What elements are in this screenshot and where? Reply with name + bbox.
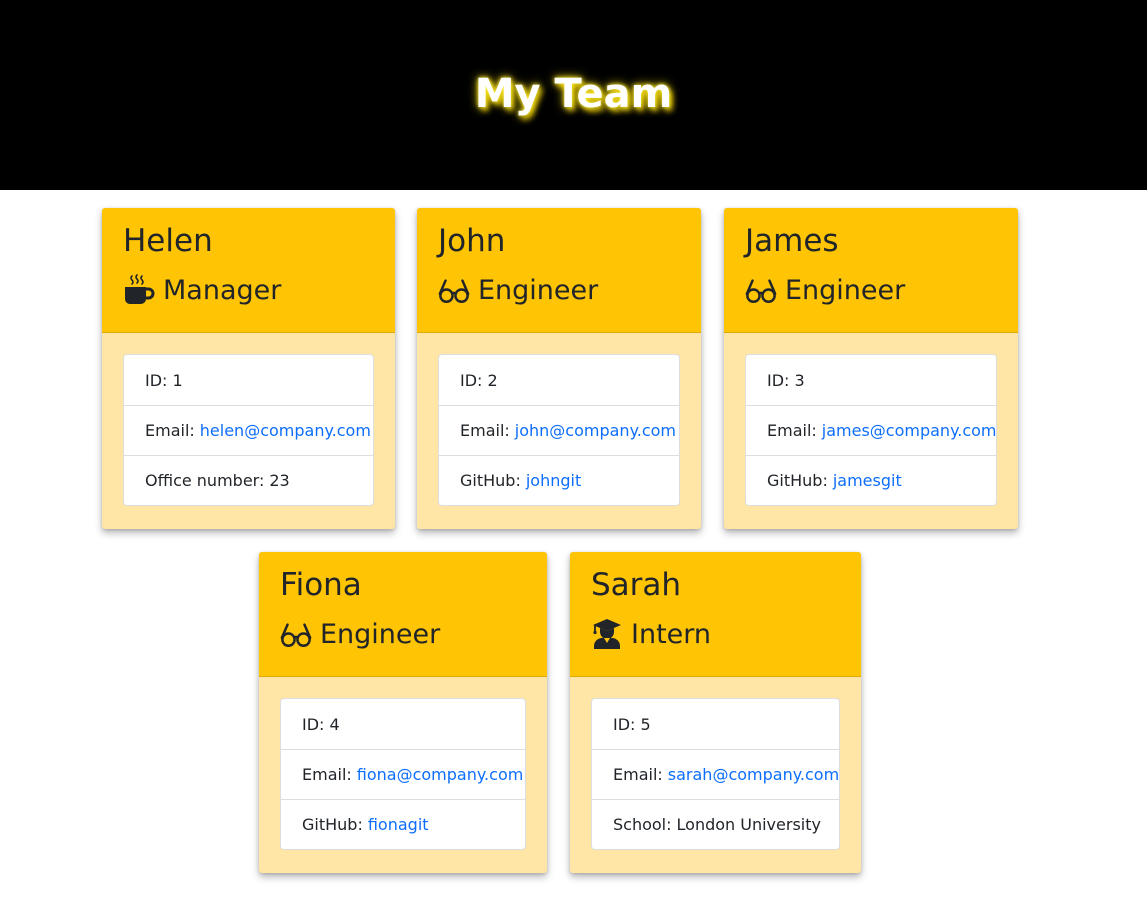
glasses-icon xyxy=(745,279,777,303)
employee-role: Engineer xyxy=(280,616,547,652)
card-header: James Engineer xyxy=(724,208,1018,333)
employee-name: Helen xyxy=(123,223,213,259)
github-link[interactable]: jamesgit xyxy=(833,471,902,490)
github-row: GitHub: johngit xyxy=(439,455,679,505)
employee-card-john: John Engineer ID: 2 Email: john@company.c… xyxy=(417,208,701,529)
office-row: Office number: 23 xyxy=(124,455,373,505)
email-row: Email: sarah@company.com xyxy=(592,749,839,799)
employee-role-label: Engineer xyxy=(478,274,599,306)
id-row: ID: 2 xyxy=(439,355,679,405)
card-header: Sarah Intern xyxy=(570,552,861,677)
github-row: GitHub: fionagit xyxy=(281,799,525,849)
github-link[interactable]: johngit xyxy=(526,471,581,490)
info-list: ID: 4 Email: fiona@company.com GitHub: fio… xyxy=(280,698,526,850)
email-row: Email: john@company.com xyxy=(439,405,679,455)
email-label: Email: xyxy=(613,765,663,784)
graduate-icon xyxy=(593,619,621,649)
office-label: Office number: xyxy=(145,471,265,490)
email-link[interactable]: helen@company.com xyxy=(200,421,371,440)
email-label: Email: xyxy=(145,421,195,440)
github-row: GitHub: jamesgit xyxy=(746,455,996,505)
employee-name: Sarah xyxy=(591,567,682,603)
employee-role-label: Manager xyxy=(163,274,282,306)
email-link[interactable]: sarah@company.com xyxy=(668,765,839,784)
employee-role-label: Intern xyxy=(631,618,712,650)
id-row: ID: 3 xyxy=(746,355,996,405)
github-link[interactable]: fionagit xyxy=(368,815,429,834)
id-text: ID: 5 xyxy=(613,714,651,734)
employee-role-label: Engineer xyxy=(785,274,906,306)
school-label: School: xyxy=(613,815,672,834)
mug-hot-icon xyxy=(125,274,155,304)
employee-role: Intern xyxy=(591,616,861,652)
info-list: ID: 3 Email: james@company.com GitHub: jam… xyxy=(745,354,997,506)
school-name: London University xyxy=(676,815,821,834)
email-label: Email: xyxy=(767,421,817,440)
github-label: GitHub: xyxy=(302,815,363,834)
employee-card-james: James Engineer ID: 3 Email: james@company… xyxy=(724,208,1018,529)
email-row: Email: helen@company.com xyxy=(124,405,373,455)
email-link[interactable]: john@company.com xyxy=(515,421,676,440)
office-number: 23 xyxy=(269,471,290,490)
email-row: Email: fiona@company.com xyxy=(281,749,525,799)
card-header: Fiona Engineer xyxy=(259,552,547,677)
page-header: My Team xyxy=(0,0,1147,190)
card-header: Helen Manager xyxy=(102,208,395,333)
info-list: ID: 5 Email: sarah@company.com School: Lon… xyxy=(591,698,840,850)
id-row: ID: 4 xyxy=(281,699,525,749)
id-text: ID: 2 xyxy=(460,370,498,390)
employee-role: Engineer xyxy=(438,272,701,308)
employee-name: James xyxy=(745,223,839,259)
email-label: Email: xyxy=(302,765,352,784)
employee-name: John xyxy=(438,223,506,259)
glasses-icon xyxy=(280,623,312,647)
email-link[interactable]: fiona@company.com xyxy=(357,765,524,784)
info-list: ID: 1 Email: helen@company.com Office num… xyxy=(123,354,374,506)
id-text: ID: 4 xyxy=(302,714,340,734)
employee-card-fiona: Fiona Engineer ID: 4 Email: fiona@company… xyxy=(259,552,547,873)
email-row: Email: james@company.com xyxy=(746,405,997,455)
page-title: My Team xyxy=(474,71,673,117)
card-header: John Engineer xyxy=(417,208,701,333)
employee-role: Engineer xyxy=(745,272,1018,308)
employee-name: Fiona xyxy=(280,567,362,603)
employee-role-label: Engineer xyxy=(320,618,441,650)
email-label: Email: xyxy=(460,421,510,440)
id-text: ID: 3 xyxy=(767,370,805,390)
id-row: ID: 5 xyxy=(592,699,839,749)
school-row: School: London University xyxy=(592,799,839,849)
id-text: ID: 1 xyxy=(145,370,183,390)
github-label: GitHub: xyxy=(767,471,828,490)
employee-role: Manager xyxy=(123,272,395,308)
info-list: ID: 2 Email: john@company.com GitHub: john… xyxy=(438,354,680,506)
employee-card-sarah: Sarah Intern ID: 5 Email: sarah@company.c… xyxy=(570,552,861,873)
id-row: ID: 1 xyxy=(124,355,373,405)
glasses-icon xyxy=(438,279,470,303)
employee-card-helen: Helen Manager ID: 1 Email: helen@company.… xyxy=(102,208,395,529)
email-link[interactable]: james@company.com xyxy=(822,421,997,440)
github-label: GitHub: xyxy=(460,471,521,490)
